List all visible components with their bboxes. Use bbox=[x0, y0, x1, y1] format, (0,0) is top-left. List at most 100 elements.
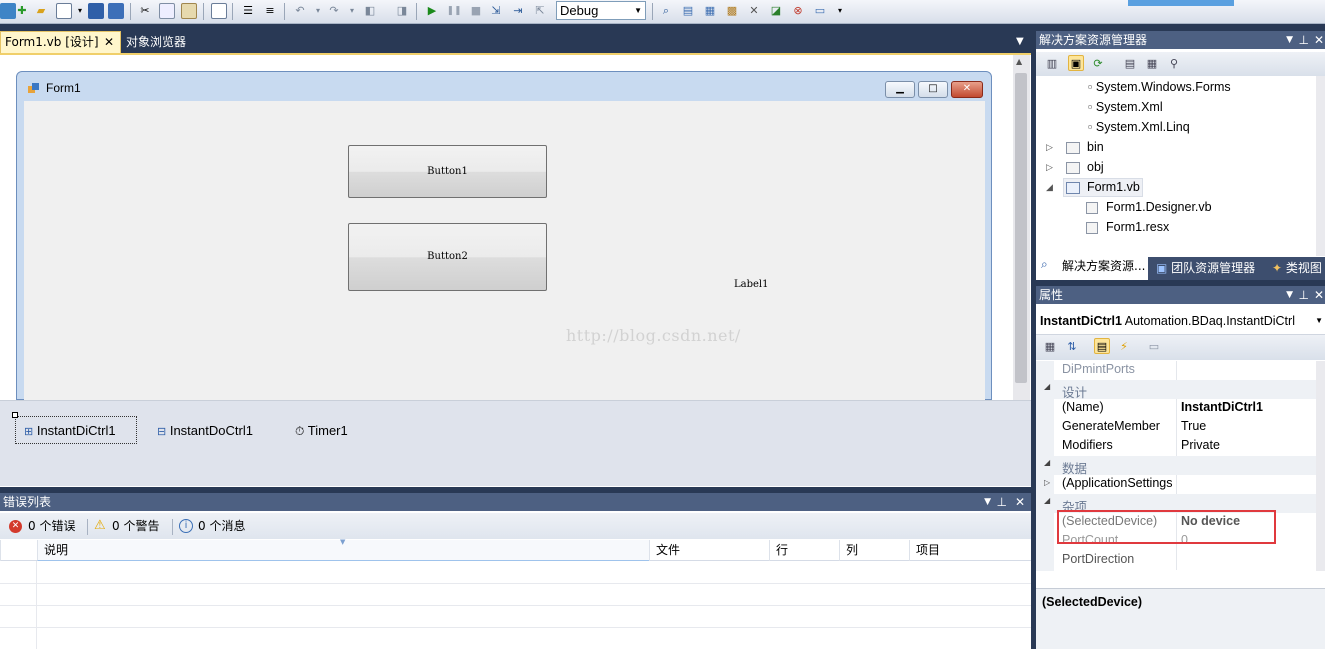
collapse-arrow-icon[interactable]: ◢ bbox=[1044, 458, 1050, 467]
undo-icon[interactable]: ↶ bbox=[292, 3, 308, 19]
property-value[interactable]: InstantDiCtrl1 bbox=[1181, 400, 1263, 414]
paste-icon[interactable] bbox=[181, 3, 197, 19]
refresh-icon[interactable]: ⟳ bbox=[1090, 56, 1106, 72]
toolbar-overflow-icon[interactable]: ▾ bbox=[832, 3, 848, 19]
properties-scrollbar[interactable] bbox=[1316, 361, 1325, 571]
add-item-icon[interactable]: ✚ bbox=[14, 3, 30, 19]
redo-dropdown-icon[interactable]: ▾ bbox=[344, 3, 360, 19]
tab-team-explorer[interactable]: ▣ 团队资源管理器 bbox=[1156, 257, 1255, 280]
designer-scrollbar[interactable]: ▲ bbox=[1013, 55, 1030, 400]
tray-item-instantdictrl1[interactable]: ⊞ InstantDiCtrl1 bbox=[24, 423, 116, 440]
tree-item-folder-obj[interactable]: obj bbox=[1087, 158, 1104, 176]
property-value[interactable]: Private bbox=[1181, 438, 1220, 452]
step-out-icon[interactable]: ⇱ bbox=[532, 3, 548, 19]
error-count-button[interactable]: 0 个错误 bbox=[28, 513, 75, 539]
property-row[interactable]: PortDirection bbox=[1036, 551, 1316, 570]
close-icon[interactable]: ✕ bbox=[104, 32, 114, 52]
solution-explorer-icon[interactable]: ▤ bbox=[680, 3, 696, 19]
column-header-column[interactable]: 列 bbox=[839, 540, 909, 561]
property-row[interactable]: DiPmintPorts bbox=[1036, 361, 1316, 380]
tree-item-reference[interactable]: ▫ System.Xml.Linq bbox=[1088, 118, 1190, 136]
events-icon[interactable]: ⚡ bbox=[1116, 339, 1132, 355]
find-icon[interactable] bbox=[211, 3, 227, 19]
tree-item-reference[interactable]: ▫ System.Windows.Forms bbox=[1088, 78, 1231, 96]
open-icon[interactable]: ▰ bbox=[33, 3, 49, 19]
tree-item-form1-designer[interactable]: Form1.Designer.vb bbox=[1106, 198, 1212, 216]
column-header-blank[interactable] bbox=[0, 540, 37, 561]
scroll-up-icon[interactable]: ▲ bbox=[1016, 57, 1022, 66]
navigate-back-icon[interactable]: ◧ bbox=[362, 3, 378, 19]
expand-arrow-icon[interactable]: ▷ bbox=[1046, 163, 1053, 173]
tab-list-dropdown-icon[interactable]: ▼ bbox=[1016, 36, 1024, 47]
property-row[interactable]: (Name) InstantDiCtrl1 bbox=[1036, 399, 1316, 418]
cut-icon[interactable]: ✂ bbox=[137, 3, 153, 19]
save-icon[interactable] bbox=[88, 3, 104, 19]
dropdown-arrow-icon[interactable]: ▾ bbox=[72, 3, 88, 19]
warning-count-button[interactable]: 0 个警告 bbox=[112, 513, 159, 539]
step-over-icon[interactable]: ⇥ bbox=[510, 3, 526, 19]
navigate-forward-icon[interactable]: ◨ bbox=[394, 3, 410, 19]
column-header-description[interactable]: 说明 ▼ bbox=[37, 538, 649, 561]
extension-manager-icon[interactable]: ◪ bbox=[768, 3, 784, 19]
redo-icon[interactable]: ↷ bbox=[326, 3, 342, 19]
maximize-icon[interactable]: □ bbox=[918, 81, 948, 98]
command-window-icon[interactable]: ▭ bbox=[812, 3, 828, 19]
expand-arrow-icon[interactable]: ▷ bbox=[1046, 143, 1053, 153]
class-diagram-icon[interactable]: ⚲ bbox=[1166, 56, 1182, 72]
message-count-button[interactable]: 0 个消息 bbox=[198, 513, 245, 539]
close-icon[interactable]: ✕ bbox=[1314, 31, 1324, 49]
pin-icon[interactable]: ⊥ bbox=[1299, 31, 1309, 49]
object-browser-icon[interactable]: ▩ bbox=[724, 3, 740, 19]
property-category-data[interactable]: ◢ 数据 bbox=[1036, 456, 1316, 476]
toolbox-icon[interactable]: ✕ bbox=[746, 3, 762, 19]
scrollbar-thumb[interactable] bbox=[1015, 73, 1027, 383]
tree-item-form1-resx[interactable]: Form1.resx bbox=[1106, 218, 1169, 236]
add-new-item-icon[interactable] bbox=[56, 3, 72, 19]
find-in-files-icon[interactable]: ⌕ bbox=[658, 3, 674, 19]
tree-item-folder-bin[interactable]: bin bbox=[1087, 138, 1104, 156]
column-header-project[interactable]: 项目 bbox=[909, 540, 1031, 561]
pin-icon[interactable]: ⊥ bbox=[1299, 286, 1309, 304]
view-code-icon[interactable]: ▤ bbox=[1122, 56, 1138, 72]
close-icon[interactable]: ✕ bbox=[1015, 493, 1025, 511]
property-row[interactable]: Modifiers Private bbox=[1036, 437, 1316, 456]
property-category-design[interactable]: ◢ 设计 bbox=[1036, 380, 1316, 400]
tab-form1-design[interactable]: Form1.vb [设计] ✕ bbox=[0, 31, 121, 53]
tab-solution-explorer[interactable]: ⌕ 解决方案资源... bbox=[1036, 257, 1148, 280]
expand-arrow-icon[interactable]: ▷ bbox=[1044, 478, 1050, 487]
collapse-arrow-icon[interactable]: ◢ bbox=[1044, 496, 1050, 505]
alphabetical-icon[interactable]: ⇅ bbox=[1064, 339, 1080, 355]
close-window-icon[interactable]: ✕ bbox=[951, 81, 983, 98]
pin-icon[interactable]: ⊥ bbox=[997, 493, 1007, 511]
tab-class-view[interactable]: ✦ 类视图 bbox=[1272, 257, 1325, 280]
copy-icon[interactable] bbox=[159, 3, 175, 19]
comment-icon[interactable]: ☰ bbox=[240, 3, 256, 19]
collapse-arrow-icon[interactable]: ◢ bbox=[1044, 382, 1050, 391]
panel-dropdown-icon[interactable]: ▼ bbox=[984, 493, 991, 511]
solution-configuration-select[interactable]: Debug ▼ bbox=[556, 1, 646, 20]
collapse-arrow-icon[interactable]: ◢ bbox=[1046, 183, 1053, 193]
tab-object-browser[interactable]: 对象浏览器 bbox=[126, 33, 186, 51]
object-selector[interactable]: InstantDiCtrl1 Automation.BDaq.InstantDi… bbox=[1036, 308, 1325, 335]
solution-scrollbar[interactable] bbox=[1316, 76, 1325, 256]
tray-item-instantdoctrl1[interactable]: ⊟ InstantDoCtrl1 bbox=[157, 423, 253, 440]
step-into-icon[interactable]: ⇲ bbox=[488, 3, 504, 19]
selection-handle[interactable] bbox=[12, 412, 18, 418]
pause-icon[interactable]: ❚❚ bbox=[446, 3, 462, 19]
categorized-icon[interactable]: ▦ bbox=[1042, 339, 1058, 355]
close-icon[interactable]: ✕ bbox=[1314, 286, 1324, 304]
label1[interactable]: Label1 bbox=[734, 279, 768, 290]
properties-view-icon[interactable]: ▤ bbox=[1094, 338, 1110, 354]
property-value[interactable]: True bbox=[1181, 419, 1206, 433]
save-all-icon[interactable] bbox=[108, 3, 124, 19]
property-pages-icon[interactable]: ▭ bbox=[1146, 339, 1162, 355]
tray-item-timer1[interactable]: ⏱ Timer1 bbox=[295, 423, 348, 439]
vertical-splitter[interactable] bbox=[1031, 24, 1036, 649]
error-list-icon[interactable]: ⊗ bbox=[790, 3, 806, 19]
show-all-files-icon[interactable]: ▣ bbox=[1068, 55, 1084, 71]
minimize-icon[interactable]: ▁ bbox=[885, 81, 915, 98]
tree-item-reference[interactable]: ▫ System.Xml bbox=[1088, 98, 1163, 116]
panel-dropdown-icon[interactable]: ▼ bbox=[1286, 286, 1293, 304]
panel-dropdown-icon[interactable]: ▼ bbox=[1286, 31, 1293, 49]
properties-icon[interactable]: ▥ bbox=[1044, 56, 1060, 72]
